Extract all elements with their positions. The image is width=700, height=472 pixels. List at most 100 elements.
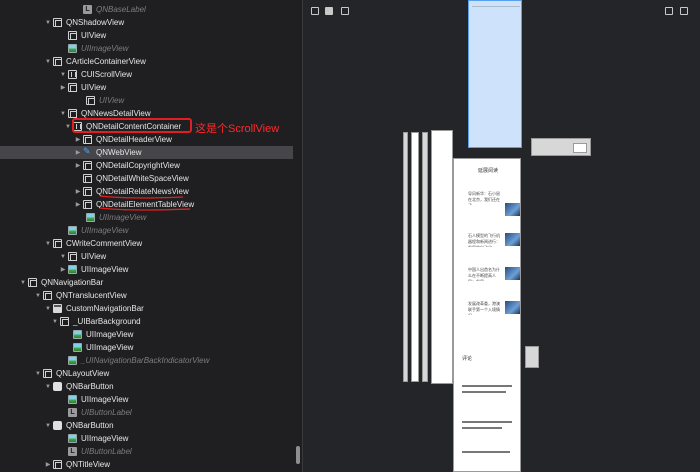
tree-row[interactable]: UIImageView [0, 224, 293, 237]
orient-left-icon[interactable] [665, 7, 673, 15]
view-icon [83, 161, 92, 170]
tree-row[interactable]: ▶ UIView [0, 81, 293, 94]
wireframe-toggle-icon[interactable] [341, 7, 349, 15]
tree-row-label: UIImageView [81, 226, 129, 235]
tree-row[interactable]: UIImageView [0, 328, 293, 341]
tree-row[interactable]: _UINavigationBarBackIndicatorView [0, 354, 293, 367]
tree-row[interactable]: ▶ QNWebView [0, 146, 293, 159]
image-icon [68, 44, 77, 53]
disclosure-triangle-icon[interactable]: ▶ [73, 162, 83, 169]
tree-row[interactable]: ▼ CUIScrollView [0, 68, 293, 81]
news-item-title[interactable]: 中国人出首名为什么在不断提高人民：发展 [468, 267, 502, 281]
news-thumbnail [505, 267, 520, 280]
tree-row[interactable]: ▼ QNBarButton [0, 419, 293, 432]
view-icon [86, 96, 95, 105]
disclosure-triangle-icon[interactable]: ▼ [33, 293, 43, 299]
disclosure-triangle-icon[interactable]: ▼ [43, 20, 53, 26]
disclosure-triangle-icon[interactable]: ▼ [43, 423, 53, 429]
tree-row[interactable]: UIButtonLabel [0, 445, 293, 458]
tree-row[interactable]: ▼ QNBarButton [0, 380, 293, 393]
disclosure-triangle-icon[interactable]: ▶ [58, 84, 68, 91]
button-icon [53, 382, 62, 391]
disclosure-triangle-icon[interactable]: ▶ [58, 266, 68, 273]
tree-row-label: QNWebView [96, 148, 142, 157]
scroll-icon [68, 70, 77, 79]
disclosure-triangle-icon[interactable]: ▶ [73, 188, 83, 195]
tree-row[interactable]: ▶ QNDetailCopyrightView [0, 159, 293, 172]
tree-row-label: QNDetailCopyrightView [96, 161, 180, 170]
tree-row-label: UIButtonLabel [81, 447, 132, 456]
layer-slab[interactable] [411, 132, 419, 382]
disclosure-triangle-icon[interactable]: ▼ [33, 371, 43, 377]
tree-row[interactable]: ▼ CustomNavigationBar [0, 302, 293, 315]
disclosure-triangle-icon[interactable]: ▼ [50, 319, 60, 325]
tree-row-label: QNLayoutView [56, 369, 110, 378]
web-view-layer[interactable]: ————————————————————————————————————————… [468, 0, 522, 148]
tree-row[interactable]: UIImageView [0, 432, 293, 445]
image-icon [73, 343, 82, 352]
orient-right-icon[interactable] [680, 7, 688, 15]
view-icon [83, 187, 92, 196]
disclosure-triangle-icon[interactable]: ▼ [43, 306, 53, 312]
news-item-title[interactable]: 发展改革委，港澳联手第一个入境情况 [468, 301, 502, 315]
disclosure-triangle-icon[interactable]: ▼ [43, 241, 53, 247]
web-icon [83, 146, 92, 157]
label-icon [83, 5, 92, 14]
tree-row-label: UIView [81, 31, 107, 40]
layer-slab[interactable] [403, 132, 408, 382]
related-news-heading: 延展阅读 [477, 168, 498, 174]
tree-row[interactable]: UIButtonLabel [0, 406, 293, 419]
disclosure-triangle-icon[interactable]: ▶ [43, 461, 53, 468]
tree-row[interactable]: ▼ CArticleContainerView [0, 55, 293, 68]
disclosure-triangle-icon[interactable]: ▶ [73, 149, 83, 156]
disclosure-triangle-icon[interactable]: ▼ [58, 72, 68, 78]
comment-line [462, 427, 502, 429]
button-icon [53, 421, 62, 430]
tree-row[interactable]: UIView [0, 29, 293, 42]
tree-row[interactable]: ▼ UIView [0, 250, 293, 263]
tree-row-label: UIButtonLabel [81, 408, 132, 417]
tree-row[interactable]: ▼ QNNavigationBar [0, 276, 293, 289]
tree-scrollbar-thumb[interactable] [296, 446, 300, 464]
disclosure-triangle-icon[interactable]: ▶ [73, 201, 83, 208]
tree-row[interactable]: UIView [0, 94, 293, 107]
layer-slab[interactable] [431, 130, 453, 384]
tree-row-label: QNDetailWhiteSpaceView [96, 174, 189, 183]
navbar-icon [53, 304, 62, 313]
tree-row[interactable]: ▶ UIImageView [0, 263, 293, 276]
label-icon [68, 447, 77, 456]
layer-slab[interactable] [422, 132, 428, 382]
nav-layer[interactable] [573, 143, 587, 153]
view-debugger-canvas[interactable]: ————————————————————————————————————————… [303, 0, 700, 472]
comment-tab[interactable]: 评论 [462, 355, 474, 362]
disclosure-triangle-icon[interactable]: ▼ [43, 384, 53, 390]
tree-row[interactable]: QNDetailWhiteSpaceView [0, 172, 293, 185]
tree-row[interactable]: ▶ QNTitleView [0, 458, 293, 471]
tree-row[interactable]: ▼ QNLayoutView [0, 367, 293, 380]
comment-line [462, 385, 512, 387]
disclosure-triangle-icon[interactable]: ▼ [58, 111, 68, 117]
image-icon [68, 395, 77, 404]
tree-row[interactable]: ▼ _UIBarBackground [0, 315, 293, 328]
tree-row[interactable]: QNBaseLabel [0, 3, 293, 16]
tree-row[interactable]: ▼ QNShadowView [0, 16, 293, 29]
annotation-text: 这是个ScrollView [195, 123, 280, 135]
disclosure-triangle-icon[interactable]: ▼ [58, 254, 68, 260]
tree-row[interactable]: UIImageView [0, 42, 293, 55]
tree-row[interactable]: UIImageView [0, 393, 293, 406]
disclosure-triangle-icon[interactable]: ▼ [18, 280, 28, 286]
news-item-title[interactable]: 石人模型的飞行机器程和新闻进行：发展的自动化 [468, 233, 502, 247]
tree-row[interactable]: UIImageView [0, 341, 293, 354]
content-toggle-icon[interactable] [325, 7, 333, 15]
tree-row[interactable]: ▼ QNTranslucentView [0, 289, 293, 302]
annotation-highlight-box [72, 118, 192, 133]
disclosure-triangle-icon[interactable]: ▶ [73, 136, 83, 143]
panel-divider[interactable] [293, 0, 303, 472]
tree-row[interactable]: ▼ CWriteCommentView [0, 237, 293, 250]
content-container-layer[interactable]: 延展阅读 导风新华：石小鼠在北京，我们还在了 石人模型的飞行机器程和新闻进行：发… [453, 158, 521, 472]
tree-row-label: QNBarButton [66, 421, 114, 430]
news-item-title[interactable]: 导风新华：石小鼠在北京，我们还在了 [468, 191, 502, 205]
disclosure-triangle-icon[interactable]: ▼ [43, 59, 53, 65]
frame-toggle-icon[interactable] [311, 7, 319, 15]
toolbar-layer[interactable] [525, 346, 539, 368]
